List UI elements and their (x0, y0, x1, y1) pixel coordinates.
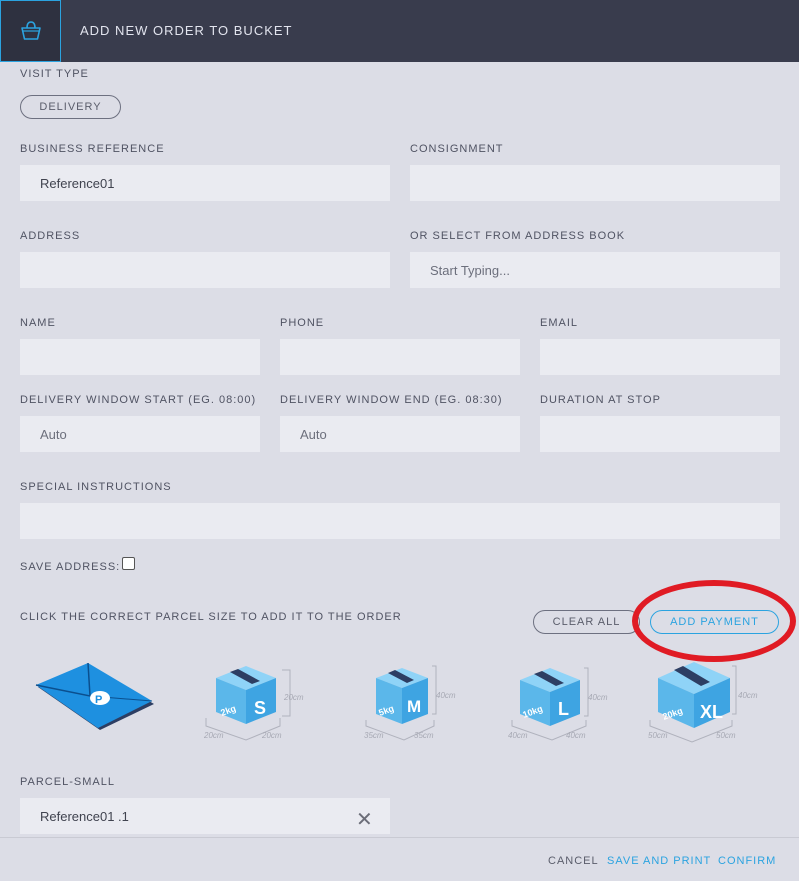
window-end-label: DELIVERY WINDOW END (EG. 08:30) (280, 394, 503, 406)
address-book-search-input[interactable] (410, 252, 780, 288)
save-address-checkbox[interactable] (122, 557, 135, 570)
parcel-xl-letter: XL (700, 702, 723, 722)
consignment-input[interactable] (410, 165, 780, 201)
page-title: ADD NEW ORDER TO BUCKET (80, 23, 293, 38)
save-address-label: SAVE ADDRESS: (20, 561, 121, 573)
duration-input[interactable] (540, 416, 780, 452)
parcel-s-width: 20cm (203, 731, 224, 740)
parcel-m-height: 40cm (436, 691, 456, 700)
svg-text:P: P (95, 694, 102, 706)
parcel-xl-height: 40cm (738, 691, 758, 700)
basket-icon (0, 0, 61, 62)
clear-all-button[interactable]: CLEAR ALL (533, 610, 640, 634)
parcel-l-letter: L (558, 699, 569, 719)
parcel-envelope-icon[interactable]: P (34, 660, 156, 736)
remove-parcel-close-icon[interactable]: ✕ (356, 810, 373, 830)
confirm-button[interactable]: CONFIRM (718, 855, 776, 867)
parcel-l-depth: 40cm (566, 731, 586, 740)
duration-label: DURATION AT STOP (540, 394, 661, 406)
business-reference-input[interactable] (20, 165, 390, 201)
name-input[interactable] (20, 339, 260, 375)
parcel-m-depth: 35cm (414, 731, 434, 740)
parcel-s-letter: S (254, 698, 266, 718)
phone-label: PHONE (280, 317, 325, 329)
save-and-print-button[interactable]: SAVE AND PRINT (607, 855, 711, 867)
window-start-input[interactable] (20, 416, 260, 452)
parcel-size-m-icon[interactable]: 5kg M 40cm 35cm 35cm (362, 662, 474, 744)
address-label: ADDRESS (20, 230, 81, 242)
business-reference-label: BUSINESS REFERENCE (20, 143, 165, 155)
parcel-xl-depth: 50cm (716, 731, 736, 740)
parcel-size-l-icon[interactable]: 10kg L 40cm 40cm 40cm (508, 662, 620, 744)
parcel-m-letter: M (407, 697, 421, 716)
name-label: NAME (20, 317, 56, 329)
parcel-l-width: 40cm (508, 731, 528, 740)
header-bar: ADD NEW ORDER TO BUCKET (0, 0, 799, 62)
parcel-small-label: PARCEL-SMALL (20, 776, 115, 788)
special-instructions-label: SPECIAL INSTRUCTIONS (20, 481, 172, 493)
window-start-label: DELIVERY WINDOW START (EG. 08:00) (20, 394, 257, 406)
add-payment-button[interactable]: ADD PAYMENT (650, 610, 779, 634)
parcel-small-reference-input[interactable] (20, 798, 390, 834)
parcel-s-depth: 20cm (261, 731, 282, 740)
parcel-size-prompt: CLICK THE CORRECT PARCEL SIZE TO ADD IT … (20, 611, 402, 623)
special-instructions-input[interactable] (20, 503, 780, 539)
parcel-size-s-icon[interactable]: 2kg S 20cm 20cm 20cm (202, 662, 312, 744)
window-end-input[interactable] (280, 416, 520, 452)
email-label: EMAIL (540, 317, 579, 329)
parcel-xl-width: 50cm (648, 731, 668, 740)
address-input[interactable] (20, 252, 390, 288)
phone-input[interactable] (280, 339, 520, 375)
consignment-label: CONSIGNMENT (410, 143, 504, 155)
parcel-s-height: 20cm (283, 693, 304, 702)
email-input[interactable] (540, 339, 780, 375)
delivery-visit-type-button[interactable]: DELIVERY (20, 95, 121, 119)
visit-type-label: VISIT TYPE (20, 68, 89, 80)
cancel-button[interactable]: CANCEL (548, 855, 599, 867)
parcel-m-width: 35cm (364, 731, 384, 740)
address-book-label: OR SELECT FROM ADDRESS BOOK (410, 230, 626, 242)
parcel-l-height: 40cm (588, 693, 608, 702)
parcel-size-xl-icon[interactable]: 20kg XL 40cm 50cm 50cm (646, 656, 768, 744)
